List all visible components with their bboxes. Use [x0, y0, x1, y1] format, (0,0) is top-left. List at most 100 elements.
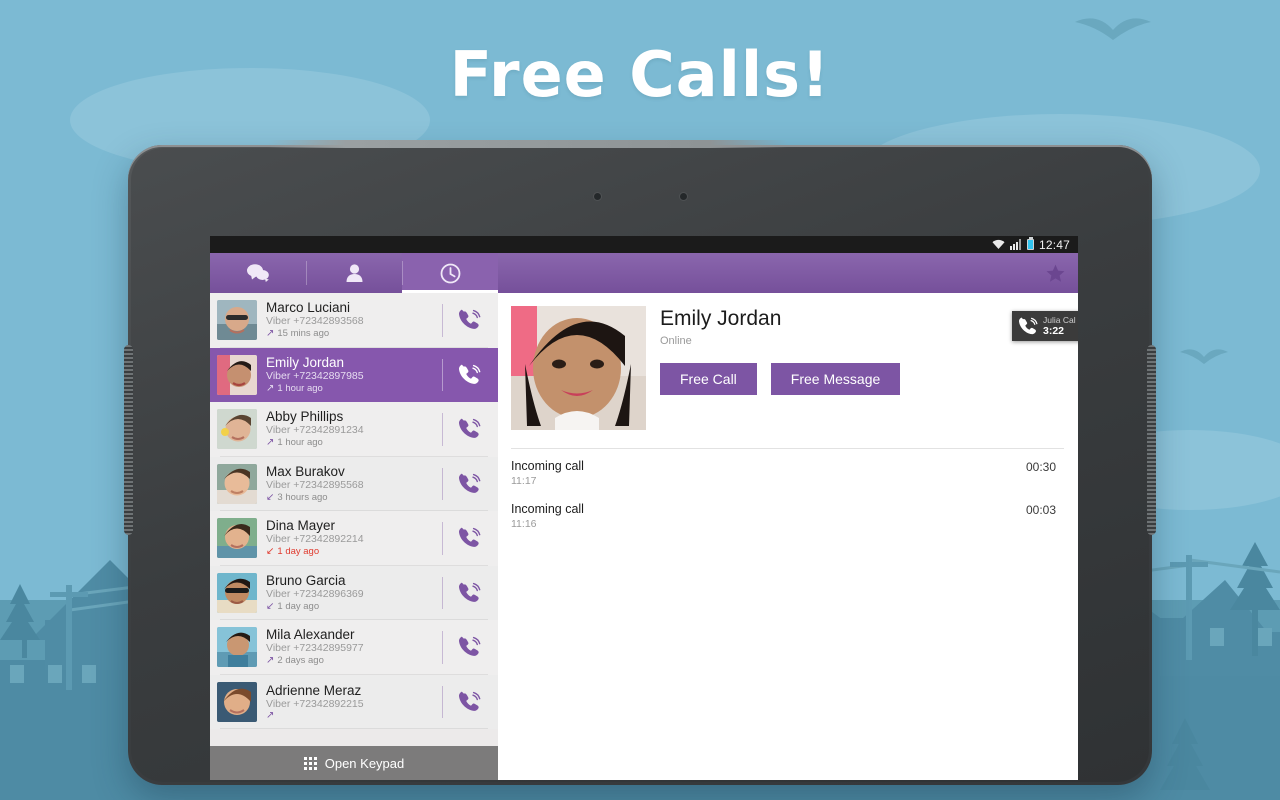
row-text: Mila Alexander Viber +72342895977 ↗ 2 day…	[257, 627, 442, 667]
tab-calls[interactable]	[402, 253, 498, 293]
status-bar: 12:47	[210, 236, 1078, 253]
contact-number: Viber +72342896369	[266, 587, 364, 600]
contact-number: Viber +72342892215	[266, 697, 364, 710]
avatar	[217, 681, 257, 722]
call-time: ↗ 2 days ago	[266, 655, 324, 667]
outgoing-arrow-icon: ↗	[266, 655, 275, 667]
star-icon	[1046, 264, 1064, 282]
table-row[interactable]: Emily Jordan Viber +72342897985 ↗ 1 hour …	[210, 347, 498, 403]
avatar	[217, 572, 257, 613]
phone-call-icon	[459, 418, 481, 439]
promo-headline: Free Calls!	[449, 38, 831, 111]
table-row[interactable]: Bruno Garcia Viber +72342896369 ↙ 1 day a…	[210, 565, 498, 621]
contact-name: Marco Luciani	[266, 300, 351, 316]
contact-name: Emily Jordan	[266, 354, 345, 370]
contact-detail-pane: Emily Jordan Online Free Call Free Messa…	[498, 293, 1078, 780]
tablet-top-lip	[268, 140, 788, 148]
contact-number: Viber +72342891234	[266, 424, 364, 437]
favorites-button[interactable]	[1032, 253, 1078, 293]
tab-contacts[interactable]	[306, 253, 402, 293]
phone-call-icon	[459, 473, 481, 493]
contact-number: Viber +72342892214	[266, 533, 364, 546]
tab-messages[interactable]	[210, 253, 306, 293]
status-clock: 12:47	[1038, 237, 1070, 252]
call-time: ↗	[266, 709, 442, 721]
call-button[interactable]	[442, 675, 498, 730]
table-row[interactable]: Max Burakov Viber +72342895568 ↙ 3 hours …	[210, 456, 498, 512]
free-call-button[interactable]: Free Call	[660, 363, 757, 395]
call-time: ↙ 3 hours ago	[266, 491, 328, 503]
list-item[interactable]: Incoming call 11:17 00:30	[511, 449, 1056, 492]
table-row[interactable]: Adrienne Meraz Viber +72342892215 ↗	[210, 674, 498, 730]
row-text: Adrienne Meraz Viber +72342892215 ↗	[257, 683, 442, 721]
person-icon	[346, 264, 362, 282]
call-time: ↗ 1 hour ago	[266, 382, 323, 394]
contact-name: Abby Phillips	[266, 409, 344, 425]
sensor-dot	[680, 193, 687, 200]
open-keypad-button[interactable]: Open Keypad	[210, 746, 498, 780]
contact-number: Viber +72342893568	[266, 315, 364, 328]
avatar	[217, 354, 257, 395]
detail-header: Emily Jordan Online Free Call Free Messa…	[511, 306, 1078, 430]
outgoing-arrow-icon: ↗	[266, 709, 275, 721]
log-main: Incoming call 11:16	[511, 502, 1026, 531]
battery-icon	[1026, 237, 1034, 250]
keypad-grid-icon	[303, 756, 317, 770]
avatar	[217, 627, 257, 668]
wifi-icon	[992, 239, 1005, 249]
table-row[interactable]: Mila Alexander Viber +72342895977 ↗ 2 day…	[210, 620, 498, 675]
row-text: Bruno Garcia Viber +72342896369 ↙ 1 day a…	[257, 573, 442, 613]
detail-actions: Free Call Free Message	[660, 363, 1078, 395]
phone-call-icon	[459, 309, 481, 330]
avatar	[217, 409, 257, 450]
phone-call-icon	[459, 364, 481, 384]
avatar	[217, 300, 257, 341]
call-button[interactable]	[442, 511, 498, 566]
list-item[interactable]: Incoming call 11:16 00:03	[511, 492, 1056, 535]
call-log-list: Incoming call 11:17 00:30 Incoming call …	[511, 449, 1078, 535]
speaker-grille-right	[1147, 345, 1156, 535]
tablet-screen: 12:47 Marco Luciani Viber +72342893568 ↗…	[210, 236, 1078, 780]
call-button[interactable]	[442, 620, 498, 675]
call-button[interactable]	[442, 293, 498, 348]
avatar	[217, 463, 257, 504]
missed-call-arrow-icon: ↙	[266, 546, 275, 558]
call-button[interactable]	[442, 402, 498, 457]
phone-call-icon	[459, 636, 481, 657]
log-title: Incoming call	[511, 502, 584, 516]
camera-lens	[594, 193, 601, 200]
row-text: Max Burakov Viber +72342895568 ↙ 3 hours …	[257, 464, 442, 504]
row-text: Abby Phillips Viber +72342891234 ↗ 1 hour…	[257, 409, 442, 449]
contact-name: Dina Mayer	[266, 518, 336, 534]
outgoing-arrow-icon: ↗	[266, 437, 275, 449]
app-bar-spacer	[498, 253, 1032, 293]
call-button[interactable]	[442, 457, 498, 512]
log-time: 11:17	[511, 475, 537, 487]
contact-name: Adrienne Meraz	[266, 682, 362, 698]
table-row[interactable]: Marco Luciani Viber +72342893568 ↗ 15 min…	[210, 293, 498, 348]
call-time: ↗ 15 mins ago	[266, 328, 330, 340]
log-duration: 00:30	[1025, 460, 1056, 474]
call-button[interactable]	[442, 348, 498, 403]
table-row[interactable]: Abby Phillips Viber +72342891234 ↗ 1 hour…	[210, 402, 498, 457]
phone-call-icon	[459, 691, 481, 711]
call-time-missed: ↙ 1 day ago	[266, 546, 320, 558]
ongoing-call-toast[interactable]: Julia Cal 3:22	[1012, 311, 1078, 341]
toast-duration: 3:22	[1043, 325, 1065, 337]
call-list-pane[interactable]: Marco Luciani Viber +72342893568 ↗ 15 min…	[210, 293, 498, 780]
log-title: Incoming call	[511, 459, 584, 473]
free-message-button[interactable]: Free Message	[770, 363, 901, 395]
log-duration: 00:03	[1025, 503, 1056, 517]
row-text: Marco Luciani Viber +72342893568 ↗ 15 min…	[257, 300, 442, 340]
table-row[interactable]: Dina Mayer Viber +72342892214 ↙ 1 day ago	[210, 511, 498, 566]
clock-icon	[440, 263, 460, 283]
log-main: Incoming call 11:17	[511, 459, 1026, 488]
app-bar	[210, 253, 1078, 293]
call-button[interactable]	[442, 566, 498, 621]
incoming-arrow-icon: ↙	[266, 600, 275, 612]
log-time: 11:16	[511, 518, 537, 530]
call-time: ↗ 1 hour ago	[266, 437, 323, 449]
contact-name: Max Burakov	[266, 463, 345, 479]
contact-number: Viber +72342897985	[266, 369, 364, 382]
avatar	[217, 518, 257, 559]
